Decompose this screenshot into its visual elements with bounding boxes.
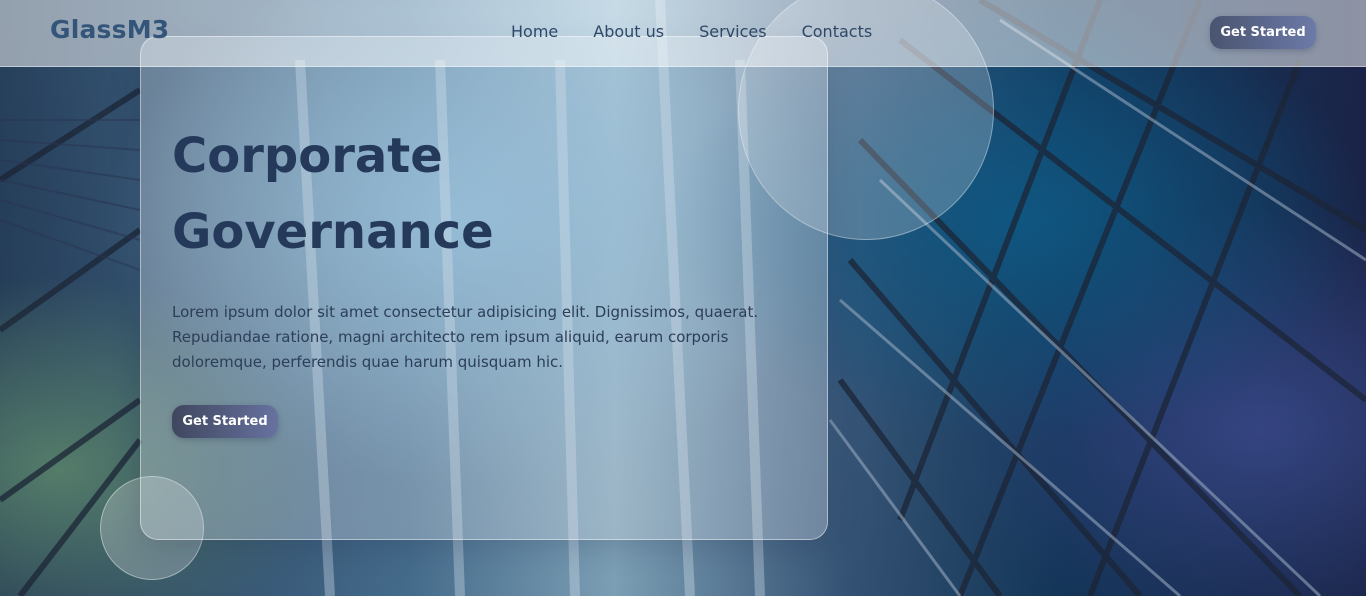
hero-title: Corporate Governance: [172, 118, 812, 270]
hero-title-line1: Corporate: [172, 128, 443, 184]
nav-contacts-link[interactable]: Contacts: [802, 21, 873, 43]
nav-about-link[interactable]: About us: [593, 21, 664, 43]
site-header: GlassM3 Home About us Services Contacts …: [0, 0, 1366, 67]
main-nav: Home About us Services Contacts: [511, 21, 872, 43]
nav-services-link[interactable]: Services: [699, 21, 766, 43]
hero-description: Lorem ipsum dolor sit amet consectetur a…: [172, 303, 759, 371]
hero-glass-card: [140, 36, 828, 540]
hero-get-started-button[interactable]: Get Started: [172, 405, 278, 438]
nav-home-link[interactable]: Home: [511, 21, 558, 43]
header-get-started-button[interactable]: Get Started: [1210, 16, 1316, 49]
brand-logo[interactable]: GlassM3: [50, 15, 169, 44]
hero-title-line2: Governance: [172, 204, 494, 260]
